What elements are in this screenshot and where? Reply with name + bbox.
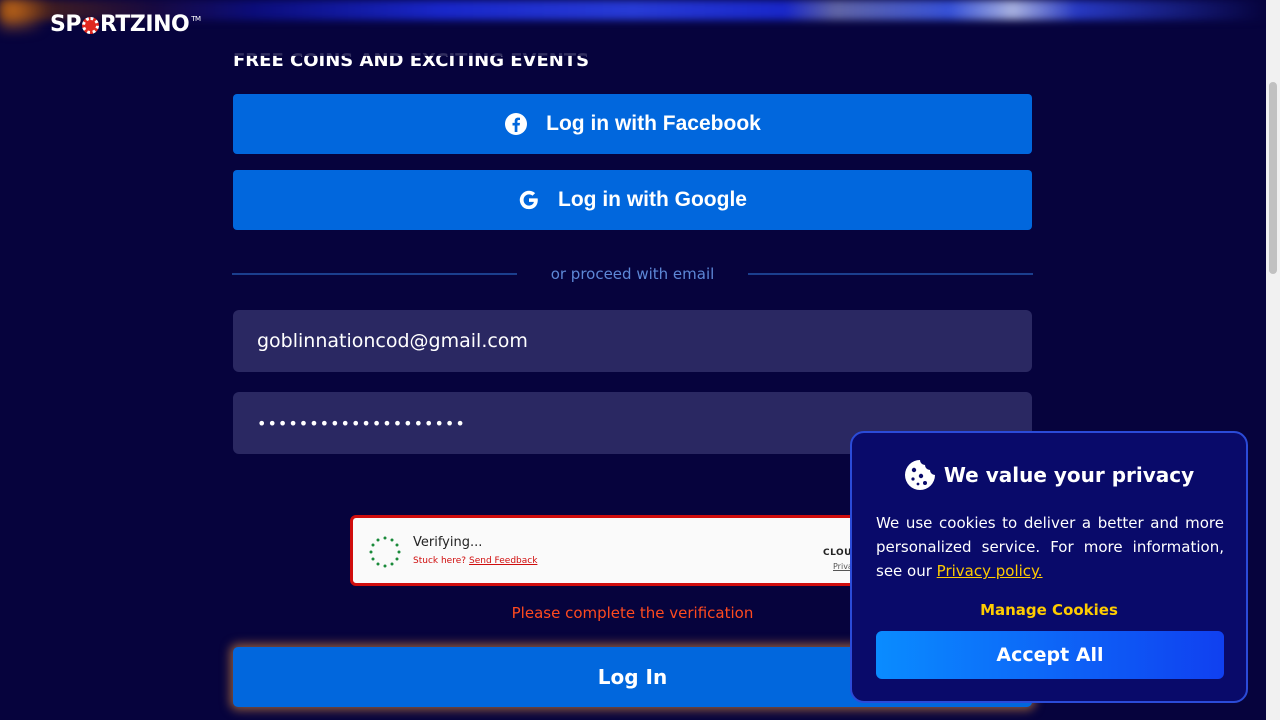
manage-cookies-link[interactable]: Manage Cookies [852,601,1246,619]
logo-text-suffix: RTZINO [99,12,190,37]
page-scrollbar[interactable] [1266,0,1280,720]
captcha-brand: CLOU [823,548,852,558]
google-login-label: Log in with Google [558,188,747,211]
spinner-icon [369,536,401,572]
sportzino-logo[interactable]: SP RTZINO TM [50,12,201,37]
tagline: FREE COINS AND EXCITING EVENTS DAILY! [233,46,633,70]
facebook-login-button[interactable]: Log in with Facebook [233,94,1032,154]
cookie-icon [904,459,936,491]
captcha-stuck-label: Stuck here? [413,556,467,566]
divider-line-right [748,273,1033,275]
captcha-widget[interactable]: Verifying... Stuck here? Send Feedback CL… [350,515,870,586]
cookie-title: We value your privacy [943,463,1195,487]
tagline-text: FREE COINS AND EXCITING EVENTS DAILY! [233,50,590,70]
captcha-stuck-text: Stuck here? Send Feedback [413,556,537,566]
send-feedback-link[interactable]: Send Feedback [469,556,537,566]
accept-all-button[interactable]: Accept All [876,631,1224,679]
google-login-button[interactable]: Log in with Google [233,170,1032,230]
cookie-consent-dialog: We value your privacy We use cookies to … [850,431,1248,703]
cookie-body-text: We use cookies to deliver a better and m… [876,514,1224,580]
email-divider: or proceed with email [232,264,1033,284]
captcha-status: Verifying... [413,535,483,550]
cookie-body: We use cookies to deliver a better and m… [876,511,1224,583]
privacy-policy-link[interactable]: Privacy policy. [937,562,1043,580]
scrollbar-thumb[interactable] [1269,82,1277,274]
logo-trademark: TM [191,15,201,23]
google-icon [518,189,540,211]
cookie-header: We value your privacy [852,459,1246,491]
email-field[interactable] [233,310,1032,372]
facebook-icon [504,112,528,136]
logo-text-prefix: SP [50,12,81,37]
facebook-login-label: Log in with Facebook [546,112,761,135]
logo-chip-icon [81,17,99,34]
